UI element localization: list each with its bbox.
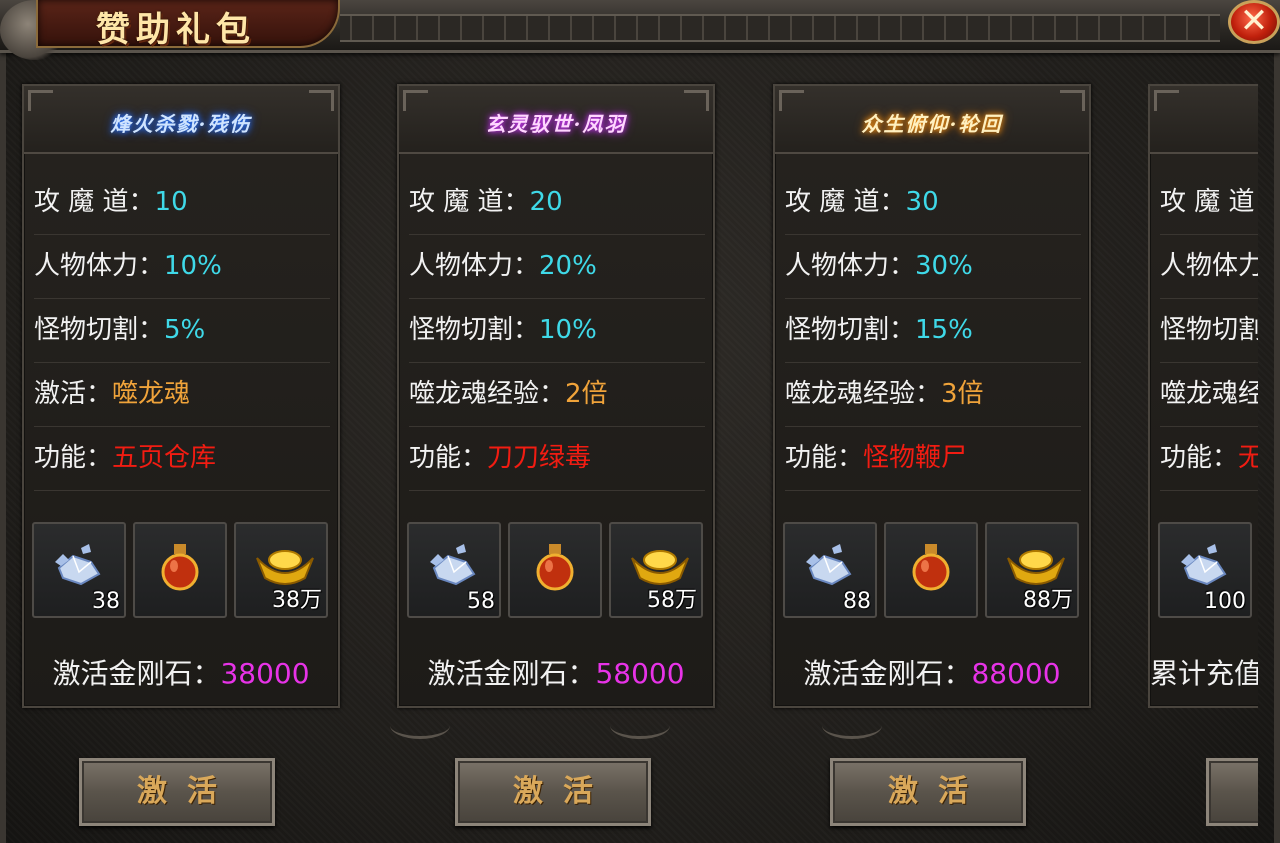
activation-cost: 激活金刚石：88000 <box>803 657 1061 690</box>
item-quantity: 88 <box>843 589 871 614</box>
item-quantity: 38 <box>92 589 120 614</box>
activate-button-4-clip <box>1206 758 1258 826</box>
potion-icon <box>536 544 574 591</box>
stat-row-attack: 攻 魔 道：30 <box>785 170 1081 235</box>
item-quantity: 38万 <box>272 588 322 613</box>
card-title <box>1246 106 1258 110</box>
stat-value: 五页仓库 <box>112 443 217 473</box>
cost-value: 88000 <box>971 657 1061 690</box>
divider-ornament <box>610 712 670 739</box>
stat-value: 20 <box>529 187 563 217</box>
item-slot[interactable]: 58万 <box>609 522 703 618</box>
stat-row-function: 功能：怪物鞭尸 <box>785 426 1081 491</box>
item-quantity: 58 <box>467 589 495 614</box>
diamond-icon <box>55 544 101 586</box>
stat-value: 15% <box>915 315 973 345</box>
activate-button-4[interactable] <box>1206 758 1258 826</box>
stat-row-attack: 攻 魔 道：10 <box>34 170 330 235</box>
stat-row-exp: 噬龙魂经验：2倍 <box>409 362 705 427</box>
item-slot[interactable]: 38万 <box>234 522 328 618</box>
stat-value: 3倍 <box>941 379 984 409</box>
activate-button-3[interactable]: 激活 <box>830 758 1026 826</box>
stat-value: 5% <box>164 315 206 345</box>
stat-row-cut: 怪物切割：5% <box>34 298 330 363</box>
package-card-4-clip: 攻 魔 道 人物体力 怪物切割 噬龙魂经 功能：无 100 累计充值 <box>1148 84 1258 708</box>
item-quantity: 88万 <box>1023 588 1073 613</box>
window-title: 赞助礼包 <box>96 10 256 50</box>
stat-value: 10% <box>164 251 222 281</box>
stat-value: 10% <box>539 315 597 345</box>
activate-button-2[interactable]: 激活 <box>455 758 651 826</box>
cost-value: 58000 <box>595 657 685 690</box>
stat-row-cut: 怪物切割：10% <box>409 298 705 363</box>
package-card-3: 众生俯仰·轮回 攻 魔 道：30 人物体力：30% 怪物切割：15% 噬龙魂经验… <box>773 84 1091 708</box>
stat-row-stamina: 人物体力：10% <box>34 234 330 299</box>
diamond-icon <box>430 544 476 586</box>
activation-cost: 激活金刚石：58000 <box>427 657 685 690</box>
card-title: 众生俯仰·轮回 <box>861 112 1003 136</box>
card-header: 玄灵驭世·凤羽 <box>399 86 713 154</box>
package-card-2: 玄灵驭世·凤羽 攻 魔 道：20 人物体力：20% 怪物切割：10% 噬龙魂经验… <box>397 84 715 708</box>
item-slot[interactable] <box>133 522 227 618</box>
stat-value: 噬龙魂 <box>112 379 191 409</box>
item-slot[interactable]: 88 <box>783 522 877 618</box>
stat-value: 怪物鞭尸 <box>863 443 968 473</box>
stat-row-stamina: 人物体力 <box>1160 234 1258 299</box>
activation-cost: 激活金刚石：38000 <box>52 657 310 690</box>
card-title: 烽火杀戮·残伤 <box>110 112 252 136</box>
divider-ornament <box>390 712 450 739</box>
close-icon: ✕ <box>1239 1 1269 41</box>
item-slot[interactable]: 88万 <box>985 522 1079 618</box>
stat-value: 20% <box>539 251 597 281</box>
item-slot[interactable]: 58 <box>407 522 501 618</box>
potion-icon <box>161 544 199 591</box>
potion-icon <box>912 544 950 591</box>
item-slot[interactable] <box>508 522 602 618</box>
stat-value: 无 <box>1238 443 1258 473</box>
activation-cost: 累计充值 <box>1150 657 1258 690</box>
reward-items: 88 88万 <box>783 522 1083 620</box>
reward-items: 58 58万 <box>407 522 707 620</box>
stat-row-cut: 怪物切割 <box>1160 298 1258 363</box>
item-slot[interactable] <box>884 522 978 618</box>
stat-row-attack: 攻 魔 道：20 <box>409 170 705 235</box>
card-header <box>1150 86 1258 154</box>
item-quantity: 100 <box>1204 589 1246 614</box>
item-slot[interactable]: 38 <box>32 522 126 618</box>
package-card-4: 攻 魔 道 人物体力 怪物切割 噬龙魂经 功能：无 100 累计充值 <box>1148 84 1258 708</box>
card-title: 玄灵驭世·凤羽 <box>485 112 627 136</box>
item-quantity: 58万 <box>647 588 697 613</box>
reward-items: 38 38万 <box>32 522 332 620</box>
stat-row-attack: 攻 魔 道 <box>1160 170 1258 235</box>
header-chain-decoration <box>340 14 1220 42</box>
stat-row-stamina: 人物体力：30% <box>785 234 1081 299</box>
stat-value: 2倍 <box>565 379 608 409</box>
card-header: 烽火杀戮·残伤 <box>24 86 338 154</box>
package-card-1: 烽火杀戮·残伤 攻 魔 道：10 人物体力：10% 怪物切割：5% 激活：噬龙魂… <box>22 84 340 708</box>
cost-value: 38000 <box>220 657 310 690</box>
stat-value: 10 <box>154 187 188 217</box>
stat-row-cut: 怪物切割：15% <box>785 298 1081 363</box>
diamond-icon <box>806 544 852 586</box>
activate-button-1[interactable]: 激活 <box>79 758 275 826</box>
close-button[interactable]: ✕ <box>1228 0 1280 44</box>
stat-row-exp: 噬龙魂经验：3倍 <box>785 362 1081 427</box>
stat-row-activate: 激活：噬龙魂 <box>34 362 330 427</box>
stat-row-function: 功能：五页仓库 <box>34 426 330 491</box>
divider-ornament <box>822 712 882 739</box>
stat-row-exp: 噬龙魂经 <box>1160 362 1258 427</box>
item-slot[interactable]: 100 <box>1158 522 1252 618</box>
stat-value: 30 <box>905 187 939 217</box>
stat-row-function: 功能：无 <box>1160 426 1258 491</box>
stat-row-stamina: 人物体力：20% <box>409 234 705 299</box>
stat-row-function: 功能：刀刀绿毒 <box>409 426 705 491</box>
stat-value: 刀刀绿毒 <box>487 443 592 473</box>
card-header: 众生俯仰·轮回 <box>775 86 1089 154</box>
reward-items: 100 <box>1158 522 1258 620</box>
diamond-icon <box>1181 544 1227 586</box>
stat-value: 30% <box>915 251 973 281</box>
